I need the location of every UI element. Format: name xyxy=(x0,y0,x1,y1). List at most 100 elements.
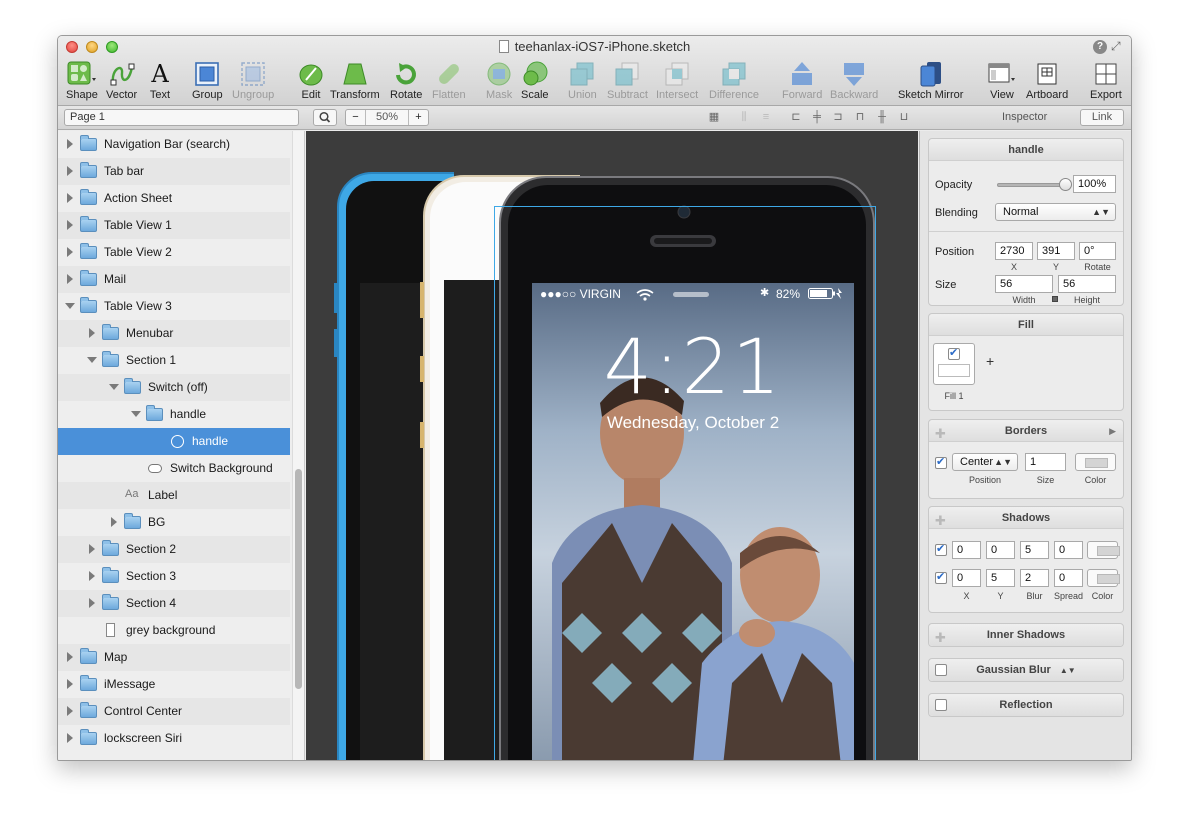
intersect-button[interactable]: Intersect xyxy=(656,61,698,101)
disclosure-closed-icon[interactable] xyxy=(67,274,73,284)
blending-select[interactable]: Normal ▲▼ xyxy=(995,203,1116,221)
disclosure-closed-icon[interactable] xyxy=(67,166,73,176)
shadow-2-x-field[interactable]: 0 xyxy=(952,569,981,587)
view-button[interactable]: View xyxy=(987,61,1017,101)
layer-row[interactable]: Table View 3 xyxy=(58,293,290,320)
add-border-plus-icon[interactable]: ✚ xyxy=(935,423,946,445)
width-field[interactable]: 56 xyxy=(995,275,1053,293)
rotate-button[interactable]: Rotate xyxy=(390,61,422,101)
rotate-field[interactable]: 0° xyxy=(1079,242,1116,260)
border-enabled-checkbox[interactable] xyxy=(935,455,947,469)
vector-tool-button[interactable]: Vector xyxy=(106,61,137,101)
mask-button[interactable]: Mask xyxy=(486,61,512,101)
updown-arrow-icon[interactable]: ▲▼ xyxy=(1060,666,1076,675)
difference-button[interactable]: Difference xyxy=(709,61,759,101)
shadow-2-spread-field[interactable]: 0 xyxy=(1054,569,1083,587)
border-color-well[interactable] xyxy=(1075,453,1116,471)
opacity-slider-knob[interactable] xyxy=(1059,178,1072,191)
layer-row[interactable]: Control Center xyxy=(58,698,290,725)
disclosure-closed-icon[interactable] xyxy=(67,652,73,662)
link-button[interactable]: Link xyxy=(1080,109,1124,126)
opacity-slider-track[interactable] xyxy=(997,183,1067,187)
sketch-mirror-button[interactable]: Sketch Mirror xyxy=(898,61,963,101)
layer-row[interactable]: iMessage xyxy=(58,671,290,698)
borders-expand-arrow-icon[interactable]: ▶ xyxy=(1109,420,1116,442)
shadow-2-blur-field[interactable]: 2 xyxy=(1020,569,1049,587)
layer-row[interactable]: Switch Background xyxy=(58,455,290,482)
align-right-icon[interactable]: ⊐ xyxy=(832,112,844,123)
layer-row[interactable]: Tab bar xyxy=(58,158,290,185)
shadow-1-checkbox[interactable] xyxy=(935,542,947,556)
disclosure-closed-icon[interactable] xyxy=(111,517,117,527)
reflection-checkbox[interactable] xyxy=(935,699,947,711)
layers-scrollbar-thumb[interactable] xyxy=(295,469,302,689)
zoom-out-button[interactable]: − xyxy=(346,110,366,125)
disclosure-closed-icon[interactable] xyxy=(67,193,73,203)
add-inner-shadow-plus-icon[interactable]: ✚ xyxy=(935,627,946,649)
shadow-2-checkbox[interactable] xyxy=(935,570,947,584)
grid-icon[interactable]: ▦ xyxy=(708,112,720,123)
layer-row[interactable]: Menubar xyxy=(58,320,290,347)
border-position-select[interactable]: Center ▲▼ xyxy=(952,453,1018,471)
layer-row[interactable]: Aa Label xyxy=(58,482,290,509)
position-x-field[interactable]: 2730 xyxy=(995,242,1033,260)
layer-row[interactable]: Action Sheet xyxy=(58,185,290,212)
shadows-heading[interactable]: ✚ Shadows xyxy=(929,507,1123,529)
layer-row[interactable]: lockscreen Siri xyxy=(58,725,290,752)
shadow-1-color-well[interactable] xyxy=(1087,541,1120,559)
layer-row[interactable]: Table View 1 xyxy=(58,212,290,239)
opacity-field[interactable]: 100% xyxy=(1073,175,1116,193)
align-bottom-icon[interactable]: ⊔ xyxy=(898,112,910,123)
disclosure-closed-icon[interactable] xyxy=(67,679,73,689)
canvas[interactable]: ●●●○○ VIRGIN ✱ 82% 4:21 Wednesday, Octob… xyxy=(306,131,918,760)
shadow-1-blur-field[interactable]: 5 xyxy=(1020,541,1049,559)
help-icon[interactable]: ? xyxy=(1093,40,1107,54)
layer-row[interactable]: Switch (off) xyxy=(58,374,290,401)
transform-button[interactable]: Transform xyxy=(330,61,380,101)
border-size-field[interactable]: 1 xyxy=(1025,453,1066,471)
align-top-icon[interactable]: ⊓ xyxy=(854,112,866,123)
disclosure-closed-icon[interactable] xyxy=(67,733,73,743)
layers-scrollbar[interactable] xyxy=(292,131,304,760)
align-middle-icon[interactable]: ╫ xyxy=(876,112,888,123)
disclosure-open-icon[interactable] xyxy=(65,303,75,309)
reflection-panel[interactable]: Reflection xyxy=(928,693,1124,717)
group-button[interactable]: Group xyxy=(192,61,223,101)
distribute-vertical-icon[interactable]: ≡ xyxy=(760,112,772,123)
artboard-button[interactable]: Artboard xyxy=(1026,61,1068,101)
disclosure-closed-icon[interactable] xyxy=(89,328,95,338)
fill-enabled-checkbox[interactable] xyxy=(948,346,960,360)
layer-row[interactable]: Table View 2 xyxy=(58,239,290,266)
export-button[interactable]: Export xyxy=(1090,61,1122,101)
disclosure-open-icon[interactable] xyxy=(87,357,97,363)
edit-button[interactable]: Edit xyxy=(298,61,324,101)
layer-row[interactable]: Map xyxy=(58,644,290,671)
layer-row[interactable]: Section 1 xyxy=(58,347,290,374)
disclosure-closed-icon[interactable] xyxy=(89,598,95,608)
gaussian-blur-heading[interactable]: Gaussian Blur ▲▼ xyxy=(929,659,1123,681)
shadow-2-color-well[interactable] xyxy=(1087,569,1120,587)
layer-row[interactable]: Section 2 xyxy=(58,536,290,563)
add-shadow-plus-icon[interactable]: ✚ xyxy=(935,510,946,532)
ungroup-button[interactable]: Ungroup xyxy=(232,61,274,101)
shadow-2-y-field[interactable]: 5 xyxy=(986,569,1015,587)
disclosure-closed-icon[interactable] xyxy=(67,220,73,230)
page-selector[interactable]: Page 1 xyxy=(64,109,299,126)
text-tool-button[interactable]: A Text xyxy=(149,61,171,101)
scale-button[interactable]: Scale xyxy=(521,61,549,101)
inner-shadows-panel[interactable]: ✚ Inner Shadows xyxy=(928,623,1124,647)
layer-row[interactable]: Section 4 xyxy=(58,590,290,617)
subtract-button[interactable]: Subtract xyxy=(607,61,648,101)
disclosure-closed-icon[interactable] xyxy=(89,571,95,581)
gaussian-blur-checkbox[interactable] xyxy=(935,664,947,676)
backward-button[interactable]: Backward xyxy=(830,61,878,101)
gaussian-blur-panel[interactable]: Gaussian Blur ▲▼ xyxy=(928,658,1124,682)
reflection-heading[interactable]: Reflection xyxy=(929,694,1123,716)
shadow-1-y-field[interactable]: 0 xyxy=(986,541,1015,559)
fill-swatch[interactable] xyxy=(933,343,975,385)
layer-row[interactable]: Mail xyxy=(58,266,290,293)
layer-row[interactable]: BG xyxy=(58,509,290,536)
position-y-field[interactable]: 391 xyxy=(1037,242,1075,260)
zoom-search-button[interactable] xyxy=(313,109,337,126)
disclosure-closed-icon[interactable] xyxy=(67,139,73,149)
